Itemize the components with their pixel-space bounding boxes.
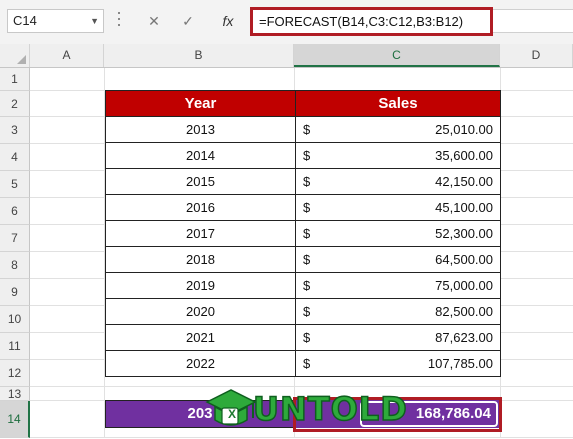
row-header-9[interactable]: 9 — [0, 279, 30, 306]
sales-cell[interactable]: 52,300.00 — [323, 220, 493, 247]
year-cell[interactable]: 2021 — [106, 324, 295, 351]
row-header-3[interactable]: 3 — [0, 117, 30, 144]
column-header-a[interactable]: A — [30, 44, 104, 67]
row-header-4[interactable]: 4 — [0, 144, 30, 171]
currency-symbol: $ — [303, 304, 311, 319]
table-header-row: Year Sales — [106, 91, 500, 116]
year-cell[interactable]: 2018 — [106, 246, 295, 273]
sales-cell[interactable]: 75,000.00 — [323, 272, 493, 299]
sales-cell[interactable]: 35,600.00 — [323, 142, 493, 169]
sales-cell[interactable]: 45,100.00 — [323, 194, 493, 221]
row-header-11[interactable]: 11 — [0, 333, 30, 360]
currency-symbol: $ — [303, 200, 311, 215]
sales-table: Year Sales 2013 $25,010.00 2014 $35,600.00 2… — [105, 90, 501, 377]
name-box-value: C14 — [13, 13, 37, 28]
select-all-corner[interactable] — [0, 44, 30, 67]
sales-cell[interactable]: 87,623.00 — [323, 324, 493, 351]
sales-header: Sales — [295, 91, 500, 116]
year-cell[interactable]: 2017 — [106, 220, 295, 247]
year-cell[interactable]: 2022 — [106, 350, 295, 377]
row-header-2[interactable]: 2 — [0, 91, 30, 117]
row-header-6[interactable]: 6 — [0, 198, 30, 225]
row-header-14[interactable]: 14 — [0, 401, 30, 438]
currency-symbol: $ — [303, 252, 311, 267]
column-header-c[interactable]: C — [294, 44, 500, 67]
excel-badge: X — [227, 407, 236, 421]
currency-symbol: $ — [303, 122, 311, 137]
year-header: Year — [184, 95, 217, 112]
column-header-d[interactable]: D — [500, 44, 573, 67]
formula-bar-area: C14 ▼ ✕ ✓ fx =FORECAST(B14,C3:C12,B3:B12… — [0, 0, 573, 44]
logo-text: UNTOLD — [252, 389, 408, 429]
column-header-row: A B C D — [0, 44, 573, 68]
sales-cell[interactable]: 42,150.00 — [323, 168, 493, 195]
row-header-12[interactable]: 12 — [0, 360, 30, 387]
row-header-13[interactable]: 13 — [0, 387, 30, 401]
year-cell[interactable]: 2016 — [106, 194, 295, 221]
sales-cell[interactable]: 25,010.00 — [323, 116, 493, 143]
row-header-5[interactable]: 5 — [0, 171, 30, 198]
formula-buttons: ✕ ✓ fx — [136, 9, 246, 33]
enter-icon[interactable]: ✓ — [176, 9, 200, 33]
row-header-7[interactable]: 7 — [0, 225, 30, 252]
chevron-down-icon[interactable]: ▼ — [90, 10, 99, 32]
currency-symbol: $ — [303, 278, 311, 293]
year-cell[interactable]: 2013 — [106, 116, 295, 143]
row-header-8[interactable]: 8 — [0, 252, 30, 279]
cancel-icon[interactable]: ✕ — [142, 9, 166, 33]
year-cell[interactable]: 2020 — [106, 298, 295, 325]
currency-symbol: $ — [303, 174, 311, 189]
row-header-10[interactable]: 10 — [0, 306, 30, 333]
sales-cell[interactable]: 82,500.00 — [323, 298, 493, 325]
currency-symbol: $ — [303, 148, 311, 163]
sales-cell[interactable]: 64,500.00 — [323, 246, 493, 273]
currency-symbol: $ — [303, 330, 311, 345]
formula-text: =FORECAST(B14,C3:C12,B3:B12) — [259, 14, 464, 29]
formula-input-extension[interactable] — [493, 9, 573, 33]
formula-input[interactable]: =FORECAST(B14,C3:C12,B3:B12) — [250, 7, 493, 36]
row-header-1[interactable]: 1 — [0, 68, 30, 91]
currency-symbol: $ — [303, 356, 311, 371]
currency-symbol: $ — [303, 226, 311, 241]
drag-handle-icon[interactable] — [117, 12, 121, 30]
sales-cell[interactable]: 107,785.00 — [323, 350, 493, 377]
year-cell[interactable]: 2015 — [106, 168, 295, 195]
untold-logo: X UNTOLD — [205, 388, 408, 434]
name-box[interactable]: C14 ▼ — [7, 9, 104, 33]
year-cell[interactable]: 2014 — [106, 142, 295, 169]
year-cell[interactable]: 2019 — [106, 272, 295, 299]
column-header-b[interactable]: B — [104, 44, 294, 67]
insert-function-icon[interactable]: fx — [216, 9, 240, 33]
